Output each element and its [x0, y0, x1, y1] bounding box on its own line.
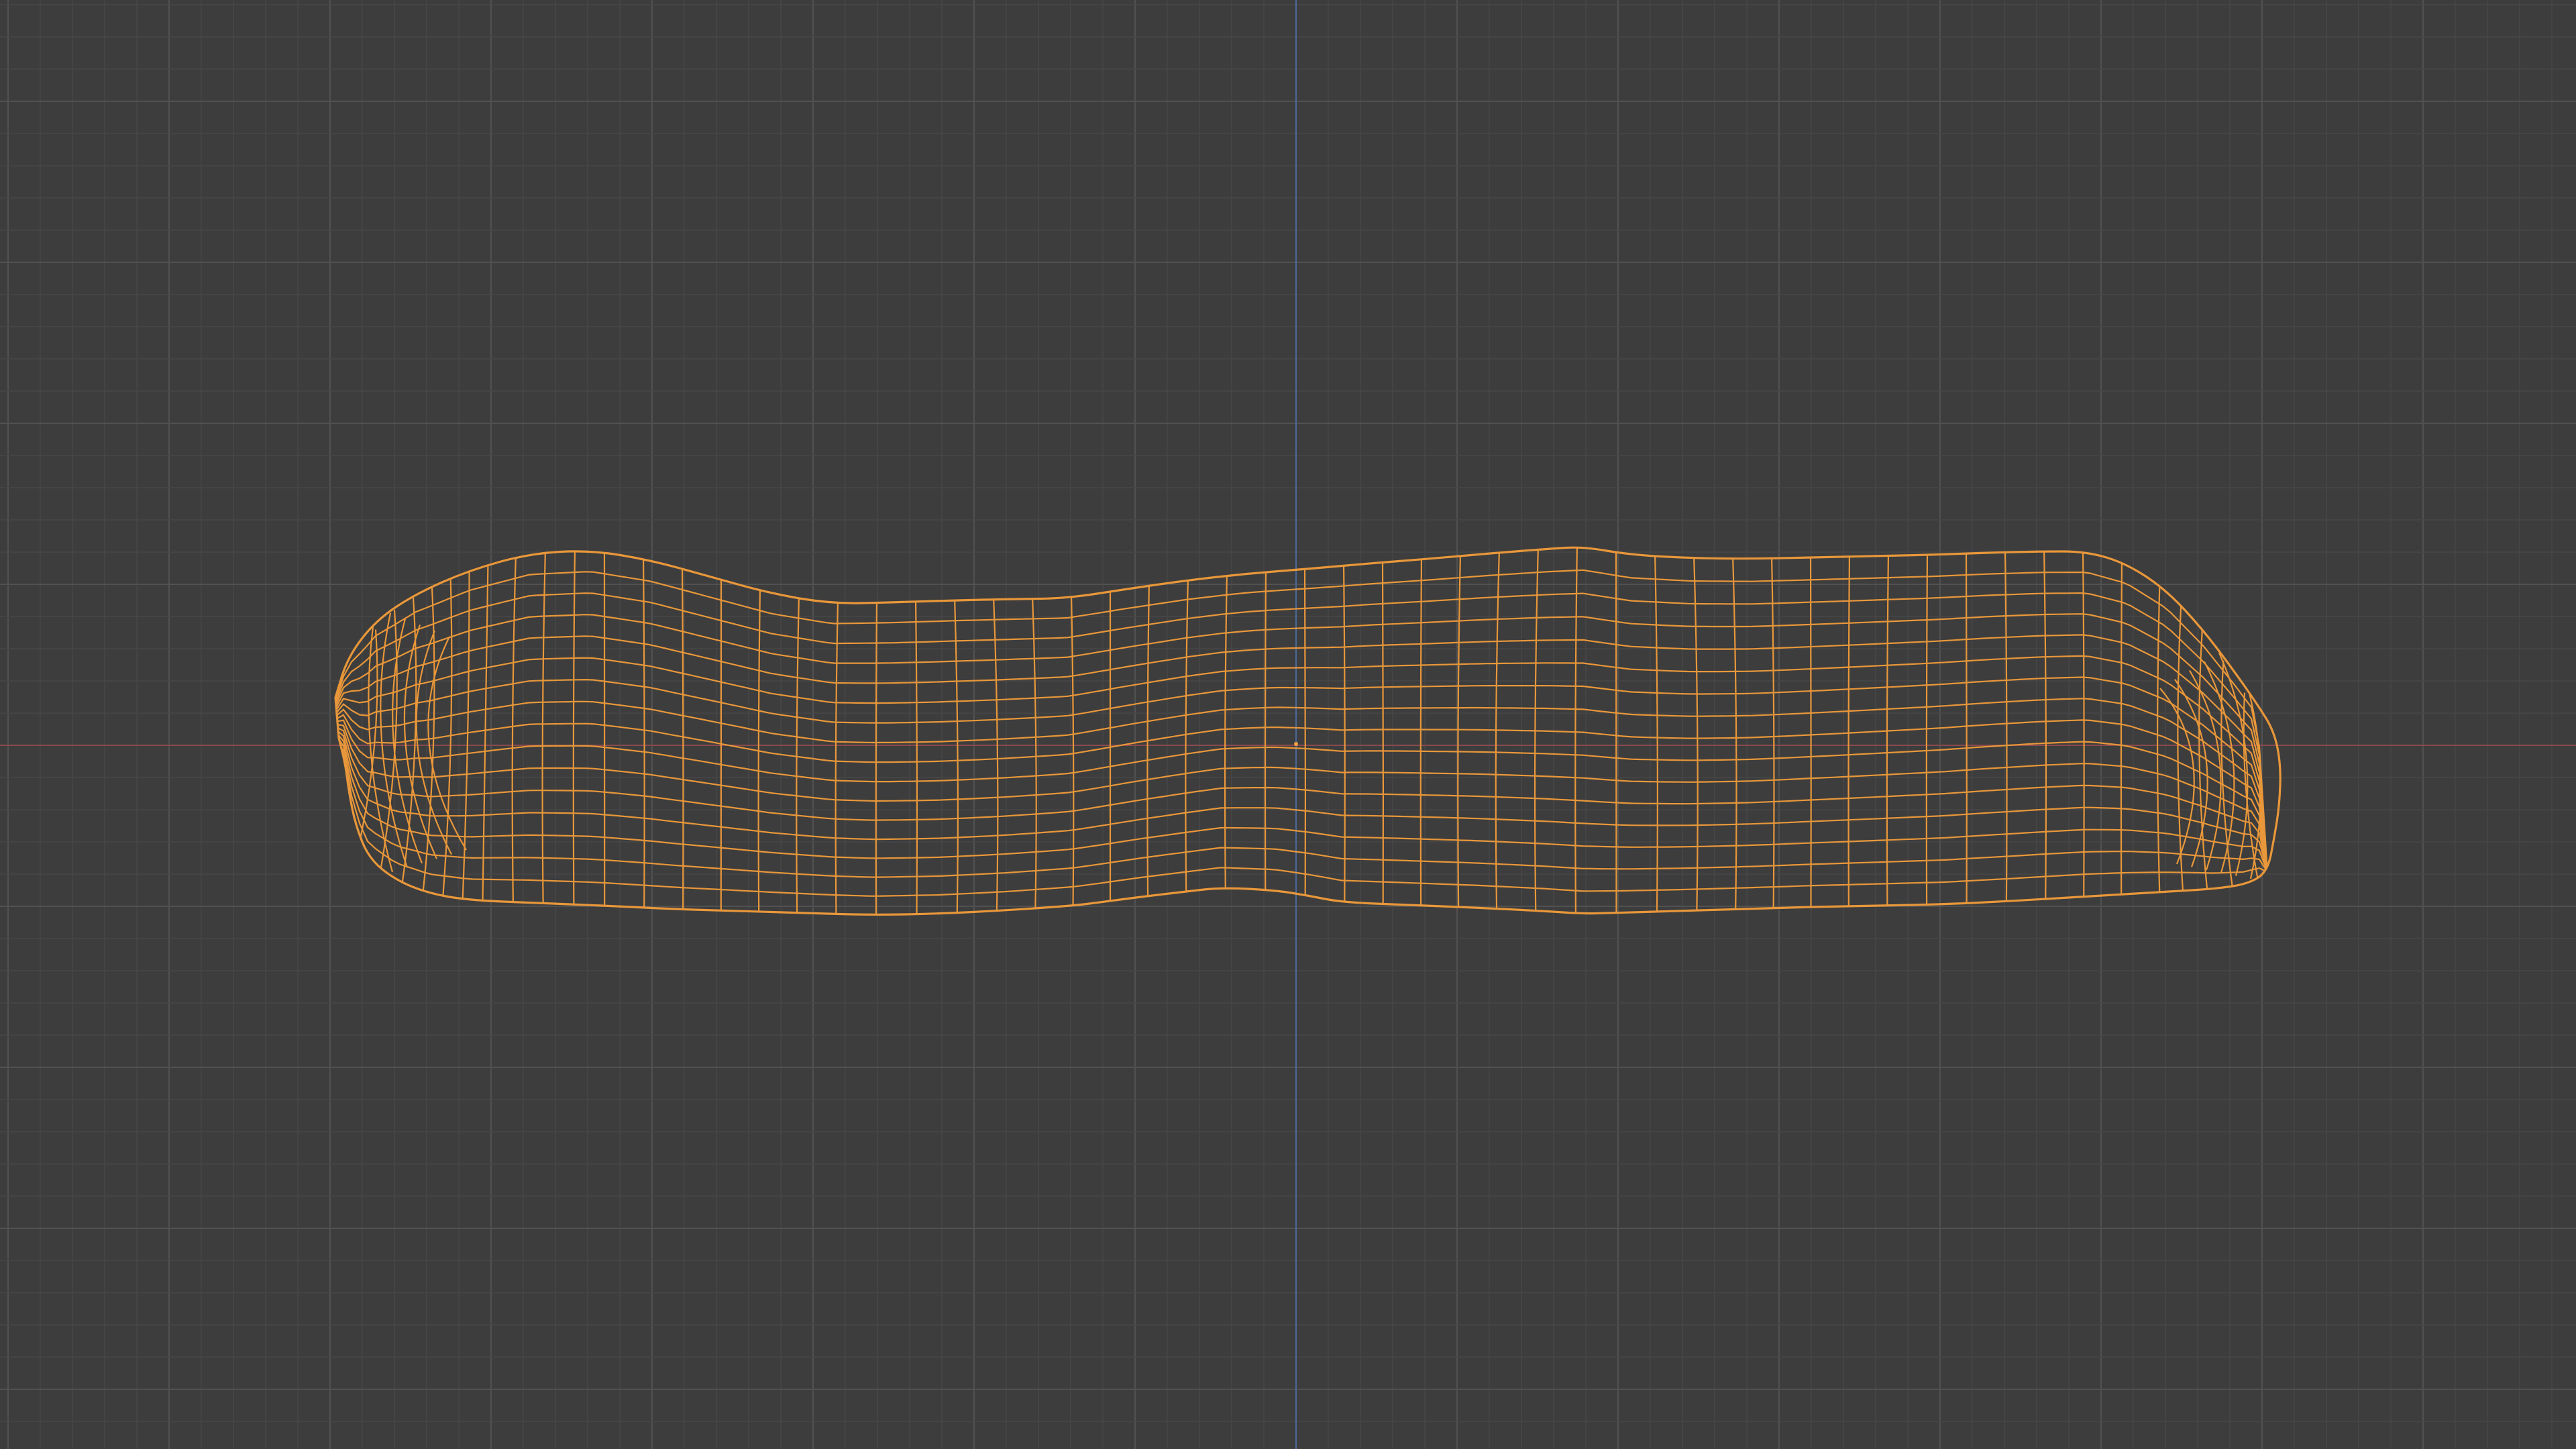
left-cap-ring — [368, 606, 394, 873]
mesh-edge-ring — [953, 596, 959, 915]
mesh-object-wireframe[interactable] — [334, 543, 2282, 919]
mesh-edge-ring — [541, 548, 547, 908]
mesh-edge-ring — [796, 594, 800, 915]
mesh-edge-ring — [1574, 547, 1578, 915]
mesh-edge-ring — [356, 629, 378, 855]
mesh-edge-ring — [1457, 551, 1462, 912]
mesh-edge-ring — [914, 597, 918, 915]
mesh-edge-ring — [1224, 572, 1228, 892]
mesh-edge-ring — [1070, 593, 1075, 910]
mesh-edge-ring — [1654, 552, 1658, 915]
mesh-edge-ring — [2043, 547, 2047, 904]
mesh-edge-ring — [1185, 576, 1189, 896]
mesh-edge-ring — [1693, 554, 1699, 915]
mesh-edge-ring — [511, 553, 517, 906]
mesh-edge-ring — [1770, 554, 1775, 912]
mesh-edge-ring — [875, 598, 878, 915]
mesh-edge-ring — [1264, 568, 1267, 894]
mesh-edge-ring — [462, 568, 470, 904]
floor-grid — [0, 0, 2576, 1449]
3d-viewport[interactable] — [0, 0, 2576, 1449]
mesh-edge-ring — [2082, 547, 2085, 901]
mesh-edge-ring — [482, 561, 489, 906]
mesh-edge-ring — [2004, 548, 2008, 906]
mesh-edge-ring — [835, 599, 839, 915]
mesh-edge-ring — [1031, 594, 1037, 913]
viewport-canvas[interactable] — [0, 0, 2576, 1449]
mesh-edge-ring — [681, 565, 684, 914]
mesh-edge-ring — [642, 555, 645, 912]
mesh-edge-ring — [2156, 582, 2161, 896]
mesh-edge-ring — [1965, 549, 1968, 908]
mesh-edge-ring — [1731, 554, 1737, 914]
mesh-edge-ring — [1342, 561, 1346, 907]
mesh-edge-ring — [1615, 548, 1617, 915]
mesh-edge-ring — [572, 547, 576, 909]
mesh-silhouette — [334, 546, 2282, 916]
mesh-edge-ring — [2120, 557, 2123, 899]
mesh-edge-ring — [992, 595, 999, 915]
object-origin-point[interactable] — [1294, 742, 1298, 746]
